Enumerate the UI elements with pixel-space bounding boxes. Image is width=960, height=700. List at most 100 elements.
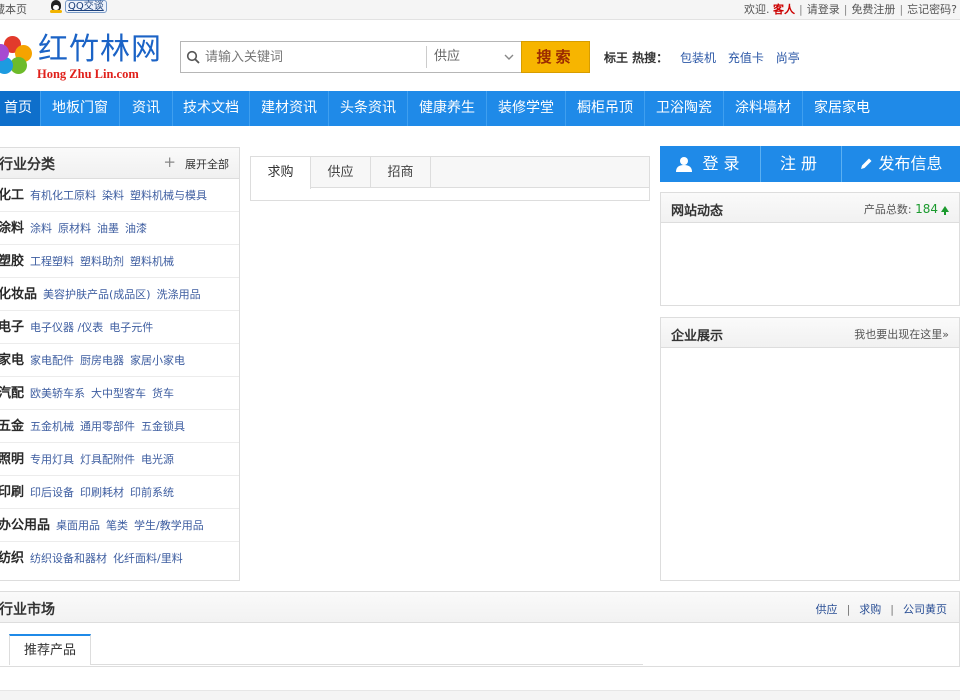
logo-english-name: Hong Zhu Lin.com xyxy=(37,67,139,81)
category-main-link[interactable]: 汽配 xyxy=(0,386,24,401)
category-sub-link[interactable]: 五金机械 xyxy=(30,420,74,433)
tab-supply[interactable]: 供应 xyxy=(311,157,371,188)
category-main-link[interactable]: 涂料 xyxy=(0,221,24,236)
search-button[interactable]: 搜索 xyxy=(521,41,590,73)
nav-item[interactable]: 涂料墙材 xyxy=(724,91,803,126)
tab-invest[interactable]: 招商 xyxy=(371,157,431,188)
nav-item[interactable]: 建材资讯 xyxy=(250,91,329,126)
tab-buy[interactable]: 求购 xyxy=(251,157,311,189)
login-button[interactable]: 登录 xyxy=(660,146,761,182)
category-row: 化工 有机化工原料 染料 塑料机械与模具 xyxy=(0,179,239,212)
category-sub-link[interactable]: 塑料机械 xyxy=(130,255,174,268)
category-main-link[interactable]: 照明 xyxy=(0,452,24,467)
market-link-supply[interactable]: 供应 xyxy=(816,603,838,616)
category-main-link[interactable]: 塑胶 xyxy=(0,254,24,269)
nav-item[interactable]: 橱柜吊顶 xyxy=(566,91,645,126)
category-main-link[interactable]: 化妆品 xyxy=(0,287,37,302)
category-main-link[interactable]: 办公用品 xyxy=(0,518,50,533)
qq-chat[interactable]: QQ交谈 xyxy=(50,0,107,13)
nav-item[interactable]: 资讯 xyxy=(120,91,173,126)
category-row: 电子 电子仪器 /仪表 电子元件 xyxy=(0,311,239,344)
category-sub-link[interactable]: 油漆 xyxy=(125,222,147,235)
nav-item[interactable]: 家居家电 xyxy=(803,91,881,126)
register-button[interactable]: 注册 xyxy=(761,146,842,182)
market-link-buy[interactable]: 求购 xyxy=(859,603,881,616)
category-sub-link[interactable]: 学生/教学用品 xyxy=(134,519,204,532)
search-input[interactable] xyxy=(205,42,425,72)
category-sub-link[interactable]: 染料 xyxy=(102,189,124,202)
user-icon xyxy=(676,157,693,172)
category-main-link[interactable]: 电子 xyxy=(0,320,24,335)
category-sub-link[interactable]: 大中型客车 xyxy=(91,387,146,400)
hot-keyword[interactable]: 包装机 xyxy=(680,51,716,65)
category-sub-link[interactable]: 厨房电器 xyxy=(80,354,124,367)
nav-item-home[interactable]: 首页 xyxy=(0,91,41,126)
category-sub-link[interactable]: 五金锁具 xyxy=(141,420,185,433)
category-sub-link[interactable]: 电子元件 xyxy=(109,321,153,334)
welcome-text: 欢迎. xyxy=(744,3,770,16)
expand-all-link[interactable]: 展开全部 xyxy=(185,156,229,172)
category-sub-link[interactable]: 家居小家电 xyxy=(130,354,185,367)
category-sub-link[interactable]: 家电配件 xyxy=(30,354,74,367)
category-sub-link[interactable]: 货车 xyxy=(152,387,174,400)
category-row: 化妆品 美容护肤产品(成品区) 洗涤用品 xyxy=(0,278,239,311)
category-sub-link[interactable]: 洗涤用品 xyxy=(157,288,201,301)
hot-search-label: 标王 热搜： xyxy=(604,51,669,65)
category-sub-link[interactable]: 涂料 xyxy=(30,222,52,235)
site-logo[interactable]: 红竹林网 Hong Zhu Lin.com xyxy=(0,32,162,82)
category-main-link[interactable]: 印刷 xyxy=(0,485,24,500)
category-sub-link[interactable]: 油墨 xyxy=(97,222,119,235)
category-main-link[interactable]: 家电 xyxy=(0,353,24,368)
login-label: 登录 xyxy=(702,154,745,173)
category-main-link[interactable]: 五金 xyxy=(0,419,24,434)
category-sub-link[interactable]: 塑料机械与模具 xyxy=(130,189,207,202)
publish-button[interactable]: 发布信息 xyxy=(842,146,960,182)
category-sub-link[interactable]: 工程塑料 xyxy=(30,255,74,268)
showcase-header: 企业展示 我也要出现在这里» xyxy=(661,318,959,348)
category-sub-link[interactable]: 纺织设备和器材 xyxy=(30,552,107,565)
tab-recommended-products[interactable]: 推荐产品 xyxy=(9,634,91,665)
category-main-link[interactable]: 纺织 xyxy=(0,551,24,566)
arrow-up-icon xyxy=(941,206,949,215)
category-row: 五金 五金机械 通用零部件 五金锁具 xyxy=(0,410,239,443)
qq-chat-button[interactable]: QQ交谈 xyxy=(65,0,107,13)
category-sub-link[interactable]: 美容护肤产品(成品区) xyxy=(43,288,151,301)
category-sub-link[interactable]: 化纤面料/里料 xyxy=(113,552,183,565)
nav-item[interactable]: 技术文档 xyxy=(173,91,250,126)
nav-item[interactable]: 装修学堂 xyxy=(487,91,566,126)
category-sub-link[interactable]: 笔类 xyxy=(106,519,128,532)
category-sub-link[interactable]: 电子仪器 /仪表 xyxy=(30,321,103,334)
forgot-password-link[interactable]: 忘记密码? xyxy=(907,3,957,16)
trade-tab-bar: 求购 供应 招商 xyxy=(251,157,649,189)
category-sub-link[interactable]: 印前系统 xyxy=(130,486,174,499)
category-sub-link[interactable]: 灯具配附件 xyxy=(80,453,135,466)
showcase-join-link[interactable]: 我也要出现在这里» xyxy=(854,326,949,342)
nav-item[interactable]: 地板门窗 xyxy=(41,91,120,126)
hot-keyword[interactable]: 尚亭 xyxy=(776,51,800,65)
category-sub-link[interactable]: 欧美轿车系 xyxy=(30,387,85,400)
hot-keyword[interactable]: 充值卡 xyxy=(728,51,764,65)
category-sub-link[interactable]: 通用零部件 xyxy=(80,420,135,433)
category-main-link[interactable]: 化工 xyxy=(0,188,24,203)
category-sub-link[interactable]: 桌面用品 xyxy=(56,519,100,532)
category-sub-link[interactable]: 塑料助剂 xyxy=(80,255,124,268)
category-sub-link[interactable]: 有机化工原料 xyxy=(30,189,96,202)
login-link[interactable]: 请登录 xyxy=(807,3,840,16)
company-showcase-box: 企业展示 我也要出现在这里» xyxy=(660,317,960,581)
category-sub-link[interactable]: 印后设备 xyxy=(30,486,74,499)
category-row: 办公用品 桌面用品 笔类 学生/教学用品 xyxy=(0,509,239,542)
market-link-yellowpages[interactable]: 公司黄页 xyxy=(903,603,947,616)
nav-item[interactable]: 健康养生 xyxy=(408,91,487,126)
chevron-down-icon[interactable] xyxy=(503,51,515,63)
nav-item[interactable]: 头条资讯 xyxy=(329,91,408,126)
bookmark-link[interactable]: 藏本页 xyxy=(0,0,27,19)
category-sub-link[interactable]: 原材料 xyxy=(58,222,91,235)
category-row: 照明 专用灯具 灯具配附件 电光源 xyxy=(0,443,239,476)
category-sub-link[interactable]: 印刷耗材 xyxy=(80,486,124,499)
category-sub-link[interactable]: 电光源 xyxy=(141,453,174,466)
pencil-icon xyxy=(861,158,872,169)
plus-icon[interactable]: + xyxy=(163,155,176,170)
register-link[interactable]: 免费注册 xyxy=(851,3,895,16)
nav-item[interactable]: 卫浴陶瓷 xyxy=(645,91,724,126)
category-sub-link[interactable]: 专用灯具 xyxy=(30,453,74,466)
